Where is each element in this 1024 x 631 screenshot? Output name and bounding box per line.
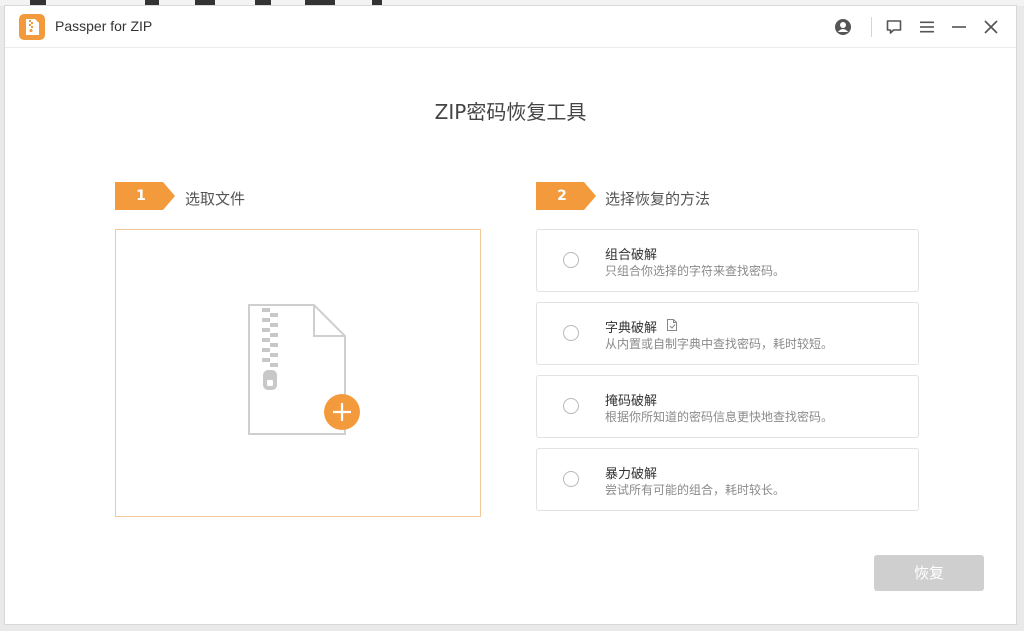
menu-icon[interactable] <box>915 15 939 39</box>
method-mask-attack[interactable]: 掩码破解 根据你所知道的密码信息更快地查找密码。 <box>536 375 919 438</box>
step-label-select-file: 选取文件 <box>185 190 246 208</box>
method-radio[interactable] <box>563 252 579 268</box>
method-description: 只组合你选择的字符来查找密码。 <box>605 264 786 278</box>
recover-button[interactable]: 恢复 <box>874 555 984 591</box>
feedback-icon[interactable] <box>882 15 906 39</box>
titlebar-separator <box>871 17 872 37</box>
method-dictionary-attack[interactable]: 字典破解 从内置或自制字典中查找密码，耗时较短。 <box>536 302 919 365</box>
account-icon[interactable] <box>831 15 855 39</box>
method-description: 从内置或自制字典中查找密码，耗时较短。 <box>605 337 834 351</box>
add-file-icon[interactable] <box>246 302 366 442</box>
method-combination-attack[interactable]: 组合破解 只组合你选择的字符来查找密码。 <box>536 229 919 292</box>
method-brute-force-attack[interactable]: 暴力破解 尝试所有可能的组合，耗时较长。 <box>536 448 919 511</box>
method-title: 暴力破解 <box>605 467 658 482</box>
method-title: 字典破解 <box>605 321 658 336</box>
app-title: Passper for ZIP <box>55 18 153 34</box>
step-number: 1 <box>136 188 146 204</box>
page-title: ZIP密码恢复工具 <box>434 100 587 124</box>
method-title: 组合破解 <box>605 248 658 263</box>
file-drop-zone[interactable] <box>115 229 481 517</box>
method-title: 掩码破解 <box>605 394 658 409</box>
dictionary-file-icon[interactable] <box>665 317 679 331</box>
title-bar: Passper for ZIP <box>5 6 1016 48</box>
method-radio[interactable] <box>563 325 579 341</box>
minimize-icon[interactable] <box>947 15 971 39</box>
step-label-select-method: 选择恢复的方法 <box>605 190 711 208</box>
step-badge-1: 1 <box>115 182 177 210</box>
close-icon[interactable] <box>979 15 1003 39</box>
app-window: Passper for ZIP ZIP密码恢复工具 1 选取文件 2 选择恢复的… <box>4 5 1017 625</box>
step-number: 2 <box>557 188 567 204</box>
method-radio[interactable] <box>563 398 579 414</box>
method-description: 根据你所知道的密码信息更快地查找密码。 <box>605 410 834 424</box>
step-badge-2: 2 <box>536 182 598 210</box>
method-description: 尝试所有可能的组合，耗时较长。 <box>605 483 786 497</box>
zip-file-icon <box>19 14 45 40</box>
method-radio[interactable] <box>563 471 579 487</box>
